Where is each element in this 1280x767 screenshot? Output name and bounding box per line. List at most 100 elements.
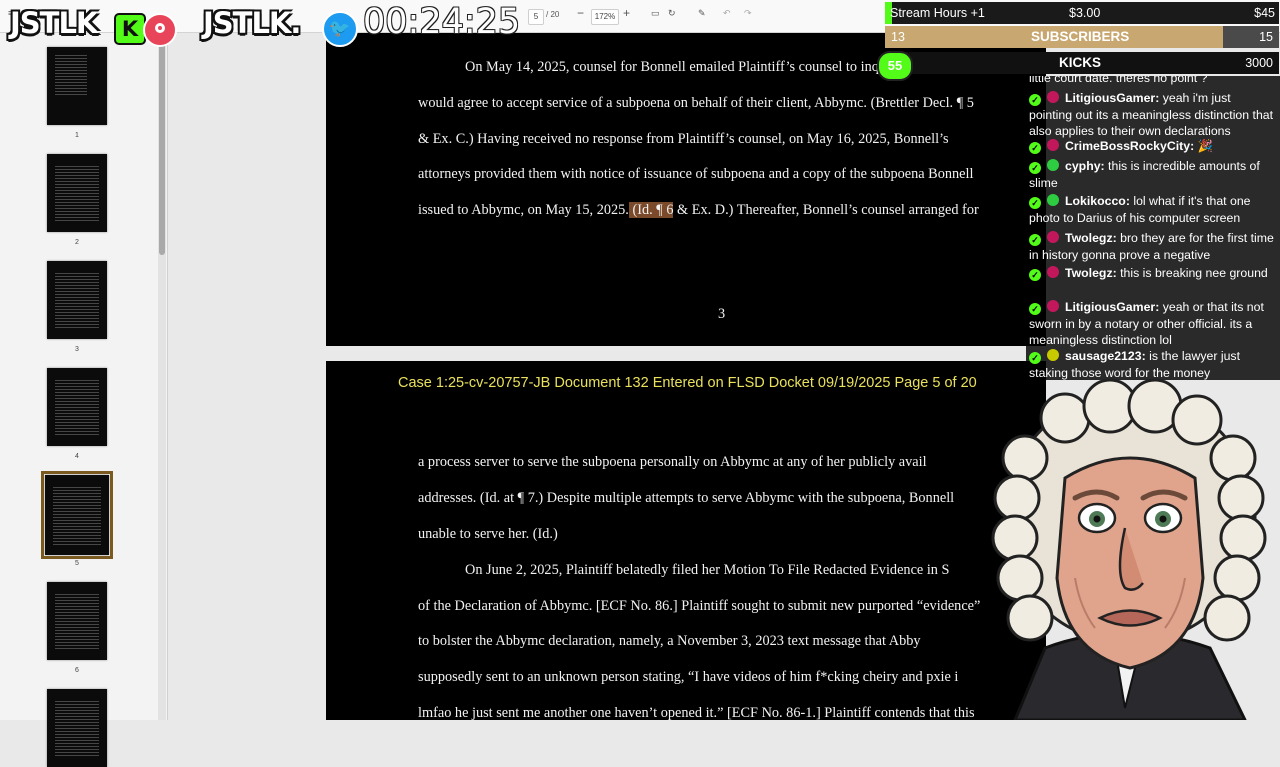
- verified-check-icon: ✓: [1029, 94, 1041, 106]
- text-line: attorneys provided them with notice of i…: [418, 166, 974, 182]
- rotate-icon[interactable]: ↻: [668, 8, 676, 19]
- page-number: 3: [718, 306, 726, 322]
- chat-text: lol what if it's that one photo to Dariu…: [1029, 194, 1251, 225]
- verified-check-icon: ✓: [1029, 352, 1041, 364]
- chat-username: LitigiousGamer:: [1065, 91, 1160, 105]
- page-thumbnail-label: 6: [75, 667, 79, 674]
- chat-message: ✓ Twolegz: bro they are for the first tim…: [1029, 230, 1277, 263]
- text-line: addresses. (Id. at ¶ 7.) Despite multipl…: [418, 490, 955, 506]
- user-avatar: [1047, 300, 1059, 312]
- chat-message: little court date. theres no point ?: [1029, 76, 1277, 87]
- page-total: / 20: [546, 10, 560, 19]
- chat-username: Twolegz:: [1065, 266, 1117, 280]
- document-page: Case 1:25-cv-20757-JB Document 132 Enter…: [326, 361, 1046, 721]
- kick-logo-icon: K: [114, 13, 146, 45]
- verified-check-icon: ✓: [1029, 197, 1041, 209]
- page-thumbnail[interactable]: [47, 154, 107, 232]
- page-thumbnail[interactable]: [47, 368, 107, 446]
- zoom-out-button[interactable]: −: [577, 6, 584, 20]
- kicks-current-badge: 55: [877, 51, 913, 81]
- user-avatar: [1047, 194, 1059, 206]
- verified-check-icon: ✓: [1029, 269, 1041, 281]
- goal-label: SUBSCRIBERS: [1031, 29, 1130, 44]
- page-thumbnail-active[interactable]: [41, 471, 113, 559]
- page-thumbnail-label: 4: [75, 453, 79, 460]
- page-number-input[interactable]: 5: [528, 9, 544, 25]
- chat-username: CrimeBossRockyCity:: [1065, 139, 1195, 153]
- page-thumbnail[interactable]: [47, 582, 107, 660]
- page-thumbnail-label: 1: [75, 132, 79, 139]
- chat-message: ✓ Twolegz: this is breaking nee ground: [1029, 265, 1277, 282]
- zoom-level-input[interactable]: 172%: [591, 9, 619, 25]
- chat-message: ✓ Lokikocco: lol what if it's that one ph…: [1029, 193, 1277, 226]
- chat-message: ✓ sausage2123: is the lawyer just staking…: [1029, 348, 1277, 380]
- page-thumbnail[interactable]: [47, 261, 107, 339]
- user-avatar: [1047, 266, 1059, 278]
- text-line: On June 2, 2025, Plaintiff belatedly fil…: [465, 562, 950, 578]
- goal-label: KICKS: [1059, 55, 1102, 70]
- user-avatar: [1047, 349, 1059, 361]
- text-line: a process server to serve the subpoena p…: [418, 454, 927, 470]
- text-line: & Ex. C.) Having received no response fr…: [418, 131, 949, 147]
- goal-target: $45: [1254, 6, 1275, 20]
- social-icon: [143, 13, 177, 47]
- verified-check-icon: ✓: [1029, 234, 1041, 246]
- goal-current: $3.00: [1069, 6, 1101, 20]
- goal-target: 15: [1259, 30, 1273, 44]
- chat-username: Lokikocco:: [1065, 194, 1130, 208]
- page-thumbnail-label: 5: [75, 560, 79, 567]
- verified-check-icon: ✓: [1029, 303, 1041, 315]
- verified-check-icon: ✓: [1029, 142, 1041, 154]
- docket-header: Case 1:25-cv-20757-JB Document 132 Enter…: [398, 375, 977, 391]
- stream-hours-goal: Stream Hours +1 $3.00 $45: [885, 2, 1279, 24]
- text-line: of the Declaration of Abbymc. [ECF No. 8…: [418, 598, 981, 614]
- text-line: to bolster the Abbymc declaration, namel…: [418, 633, 921, 649]
- page-thumbnail-label: 2: [75, 239, 79, 246]
- chat-text: this is incredible amounts of slime: [1029, 159, 1260, 190]
- annotate-icon[interactable]: ✎: [698, 8, 706, 19]
- chat-username: sausage2123:: [1065, 349, 1146, 363]
- text-segment: issued to Abbymc, on May 15, 2025.: [418, 202, 629, 218]
- chat-message: ✓ cyphy: this is incredible amounts of sl…: [1029, 158, 1277, 191]
- judge-avatar-illustration: [991, 378, 1267, 720]
- chat-username: LitigiousGamer:: [1065, 300, 1160, 314]
- channel-logo: JSTLK.: [203, 6, 301, 40]
- chat-text: this is breaking nee ground: [1116, 266, 1268, 280]
- text-line: supposedly sent to an unknown person sta…: [418, 669, 959, 685]
- text-line: unable to serve her. (Id.): [418, 526, 558, 542]
- user-avatar: [1047, 91, 1059, 103]
- page-thumbnail[interactable]: [47, 689, 107, 767]
- subathon-goals: Stream Hours +1 $3.00 $45 13 SUBSCRIBERS…: [883, 0, 1280, 76]
- text-highlight[interactable]: (Id. ¶ 6: [628, 202, 674, 218]
- channel-logo: JSTLK: [10, 6, 98, 40]
- chat-message: ✓ LitigiousGamer: yeah i'm just pointing …: [1029, 90, 1277, 140]
- chat-overlay: little court date. theres no point ? ✓ Li…: [1026, 76, 1280, 380]
- chat-username: cyphy:: [1065, 159, 1105, 173]
- chat-username: Twolegz:: [1065, 231, 1117, 245]
- chat-text: little court date. theres no point ?: [1029, 76, 1208, 85]
- text-line: issued to Abbymc, on May 15, 2025. (Id. …: [418, 202, 979, 219]
- document-page: On May 14, 2025, counsel for Bonnell ema…: [326, 33, 1046, 346]
- sidebar-scrollbar-thumb[interactable]: [159, 40, 165, 255]
- zoom-in-button[interactable]: +: [623, 6, 630, 20]
- text-segment: & Ex. D.) Thereafter, Bonnell’s counsel …: [673, 202, 979, 218]
- undo-icon[interactable]: ↶: [723, 8, 731, 19]
- user-avatar: [1047, 159, 1059, 171]
- goal-target: 3000: [1245, 56, 1273, 70]
- page-thumbnail-label: 3: [75, 346, 79, 353]
- chat-message: ✓ LitigiousGamer: yeah or that its not sw…: [1029, 299, 1277, 349]
- goal-label: Stream Hours +1: [890, 6, 985, 20]
- text-line: would agree to accept service of a subpo…: [418, 95, 974, 111]
- chat-message: ✓ CrimeBossRockyCity: 🎉: [1029, 138, 1277, 155]
- user-avatar: [1047, 231, 1059, 243]
- page-thumbnail[interactable]: [47, 47, 107, 125]
- goal-current: 13: [891, 30, 905, 44]
- redo-icon[interactable]: ↷: [744, 8, 752, 19]
- twitter-bird-icon: 🐦: [322, 11, 358, 47]
- user-avatar: [1047, 139, 1059, 151]
- chat-text: 🎉: [1194, 139, 1213, 153]
- stream-timer: 00:24:25: [363, 2, 521, 42]
- subscribers-goal: 13 SUBSCRIBERS 15: [885, 26, 1279, 48]
- kicks-goal: KICKS 3000: [885, 52, 1279, 74]
- fit-page-icon[interactable]: ▭: [651, 8, 660, 19]
